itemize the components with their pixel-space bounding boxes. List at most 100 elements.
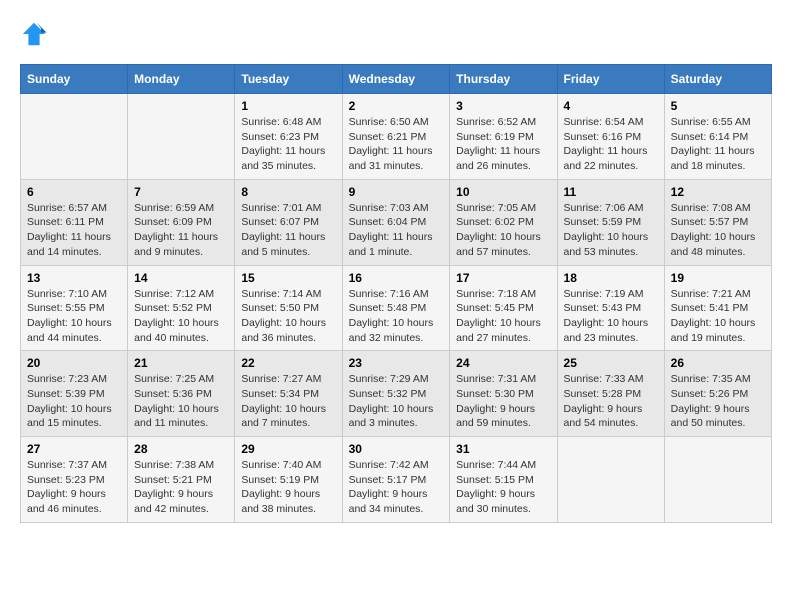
daylight: Daylight: 10 hours and 40 minutes. — [134, 316, 228, 345]
day-number: 20 — [27, 356, 121, 370]
daylight: Daylight: 10 hours and 11 minutes. — [134, 402, 228, 431]
sunset: Sunset: 5:43 PM — [564, 301, 658, 316]
day-number: 22 — [241, 356, 335, 370]
day-number: 7 — [134, 185, 228, 199]
calendar-cell: 30Sunrise: 7:42 AMSunset: 5:17 PMDayligh… — [342, 437, 450, 523]
sunset: Sunset: 6:09 PM — [134, 215, 228, 230]
day-info: Sunrise: 7:27 AMSunset: 5:34 PMDaylight:… — [241, 372, 335, 431]
day-info: Sunrise: 7:40 AMSunset: 5:19 PMDaylight:… — [241, 458, 335, 517]
sunrise: Sunrise: 7:21 AM — [671, 287, 765, 302]
calendar-cell: 7 Sunrise: 6:59 AMSunset: 6:09 PMDaylight… — [128, 179, 235, 265]
daylight: Daylight: 9 hours and 42 minutes. — [134, 487, 228, 516]
sunrise: Sunrise: 7:10 AM — [27, 287, 121, 302]
sunrise: Sunrise: 7:29 AM — [349, 372, 444, 387]
day-info: Sunrise: 7:03 AMSunset: 6:04 PMDaylight:… — [349, 201, 444, 260]
sunrise: Sunrise: 7:31 AM — [456, 372, 550, 387]
day-info: Sunrise: 7:33 AMSunset: 5:28 PMDaylight:… — [564, 372, 658, 431]
sunset: Sunset: 6:11 PM — [27, 215, 121, 230]
daylight: Daylight: 10 hours and 3 minutes. — [349, 402, 444, 431]
daylight: Daylight: 10 hours and 57 minutes. — [456, 230, 550, 259]
calendar-cell: 31 Sunrise: 7:44 AMSunset: 5:15 PMDayligh… — [450, 437, 557, 523]
sunrise: Sunrise: 7:40 AM — [241, 458, 335, 473]
day-number: 29 — [241, 442, 335, 456]
calendar-cell: 18Sunrise: 7:19 AMSunset: 5:43 PMDayligh… — [557, 265, 664, 351]
sunrise: Sunrise: 7:08 AM — [671, 201, 765, 216]
day-number: 27 — [27, 442, 121, 456]
sunrise: Sunrise: 6:50 AM — [349, 115, 444, 130]
day-header: Friday — [557, 65, 664, 94]
sunset: Sunset: 5:48 PM — [349, 301, 444, 316]
daylight: Daylight: 10 hours and 27 minutes. — [456, 316, 550, 345]
daylight: Daylight: 9 hours and 34 minutes. — [349, 487, 444, 516]
day-info: Sunrise: 6:50 AMSunset: 6:21 PMDaylight:… — [349, 115, 444, 174]
day-number: 11 — [564, 185, 658, 199]
daylight: Daylight: 11 hours and 26 minutes. — [456, 144, 550, 173]
calendar-cell: 27Sunrise: 7:37 AMSunset: 5:23 PMDayligh… — [21, 437, 128, 523]
day-number: 2 — [349, 99, 444, 113]
day-number: 5 — [671, 99, 765, 113]
sunrise: Sunrise: 7:16 AM — [349, 287, 444, 302]
sunset: Sunset: 5:30 PM — [456, 387, 550, 402]
day-header: Tuesday — [235, 65, 342, 94]
calendar-cell: 9Sunrise: 7:03 AMSunset: 6:04 PMDaylight… — [342, 179, 450, 265]
daylight: Daylight: 10 hours and 15 minutes. — [27, 402, 121, 431]
sunset: Sunset: 6:14 PM — [671, 130, 765, 145]
sunrise: Sunrise: 7:12 AM — [134, 287, 228, 302]
sunrise: Sunrise: 7:06 AM — [564, 201, 658, 216]
sunrise: Sunrise: 7:23 AM — [27, 372, 121, 387]
sunrise: Sunrise: 6:48 AM — [241, 115, 335, 130]
day-info: Sunrise: 6:48 AMSunset: 6:23 PMDaylight:… — [241, 115, 335, 174]
day-number: 31 — [456, 442, 550, 456]
sunset: Sunset: 5:17 PM — [349, 473, 444, 488]
daylight: Daylight: 10 hours and 23 minutes. — [564, 316, 658, 345]
day-header: Sunday — [21, 65, 128, 94]
day-number: 30 — [349, 442, 444, 456]
day-info: Sunrise: 7:01 AMSunset: 6:07 PMDaylight:… — [241, 201, 335, 260]
calendar-cell: 28Sunrise: 7:38 AMSunset: 5:21 PMDayligh… — [128, 437, 235, 523]
sunset: Sunset: 6:04 PM — [349, 215, 444, 230]
week-row: 6Sunrise: 6:57 AMSunset: 6:11 PMDaylight… — [21, 179, 772, 265]
day-info: Sunrise: 7:44 AMSunset: 5:15 PMDaylight:… — [456, 458, 550, 517]
day-number: 24 — [456, 356, 550, 370]
day-info: Sunrise: 7:35 AMSunset: 5:26 PMDaylight:… — [671, 372, 765, 431]
day-info: Sunrise: 7:19 AMSunset: 5:43 PMDaylight:… — [564, 287, 658, 346]
day-number: 19 — [671, 271, 765, 285]
week-row: 13Sunrise: 7:10 AMSunset: 5:55 PMDayligh… — [21, 265, 772, 351]
daylight: Daylight: 11 hours and 1 minute. — [349, 230, 444, 259]
daylight: Daylight: 9 hours and 38 minutes. — [241, 487, 335, 516]
day-number: 15 — [241, 271, 335, 285]
day-header: Thursday — [450, 65, 557, 94]
sunrise: Sunrise: 7:05 AM — [456, 201, 550, 216]
calendar-cell: 25 Sunrise: 7:33 AMSunset: 5:28 PMDayligh… — [557, 351, 664, 437]
calendar-cell: 6Sunrise: 6:57 AMSunset: 6:11 PMDaylight… — [21, 179, 128, 265]
daylight: Daylight: 9 hours and 46 minutes. — [27, 487, 121, 516]
calendar-cell: 15Sunrise: 7:14 AMSunset: 5:50 PMDayligh… — [235, 265, 342, 351]
calendar-cell: 24Sunrise: 7:31 AMSunset: 5:30 PMDayligh… — [450, 351, 557, 437]
day-number: 25 — [564, 356, 658, 370]
daylight: Daylight: 10 hours and 32 minutes. — [349, 316, 444, 345]
day-number: 17 — [456, 271, 550, 285]
calendar-cell: 5 Sunrise: 6:55 AMSunset: 6:14 PMDaylight… — [664, 94, 771, 180]
calendar-cell: 20Sunrise: 7:23 AMSunset: 5:39 PMDayligh… — [21, 351, 128, 437]
sunrise: Sunrise: 7:35 AM — [671, 372, 765, 387]
day-info: Sunrise: 6:57 AMSunset: 6:11 PMDaylight:… — [27, 201, 121, 260]
day-header: Saturday — [664, 65, 771, 94]
sunrise: Sunrise: 7:01 AM — [241, 201, 335, 216]
sunrise: Sunrise: 7:03 AM — [349, 201, 444, 216]
week-row: 20Sunrise: 7:23 AMSunset: 5:39 PMDayligh… — [21, 351, 772, 437]
sunrise: Sunrise: 7:25 AM — [134, 372, 228, 387]
sunset: Sunset: 5:26 PM — [671, 387, 765, 402]
day-info: Sunrise: 6:55 AMSunset: 6:14 PMDaylight:… — [671, 115, 765, 174]
calendar-cell — [557, 437, 664, 523]
day-number: 12 — [671, 185, 765, 199]
day-info: Sunrise: 7:12 AMSunset: 5:52 PMDaylight:… — [134, 287, 228, 346]
day-info: Sunrise: 6:54 AMSunset: 6:16 PMDaylight:… — [564, 115, 658, 174]
calendar-cell: 11Sunrise: 7:06 AMSunset: 5:59 PMDayligh… — [557, 179, 664, 265]
daylight: Daylight: 10 hours and 48 minutes. — [671, 230, 765, 259]
sunset: Sunset: 6:23 PM — [241, 130, 335, 145]
calendar-cell: 17Sunrise: 7:18 AMSunset: 5:45 PMDayligh… — [450, 265, 557, 351]
day-info: Sunrise: 6:59 AMSunset: 6:09 PMDaylight:… — [134, 201, 228, 260]
daylight: Daylight: 11 hours and 35 minutes. — [241, 144, 335, 173]
calendar-cell: 16Sunrise: 7:16 AMSunset: 5:48 PMDayligh… — [342, 265, 450, 351]
daylight: Daylight: 10 hours and 19 minutes. — [671, 316, 765, 345]
